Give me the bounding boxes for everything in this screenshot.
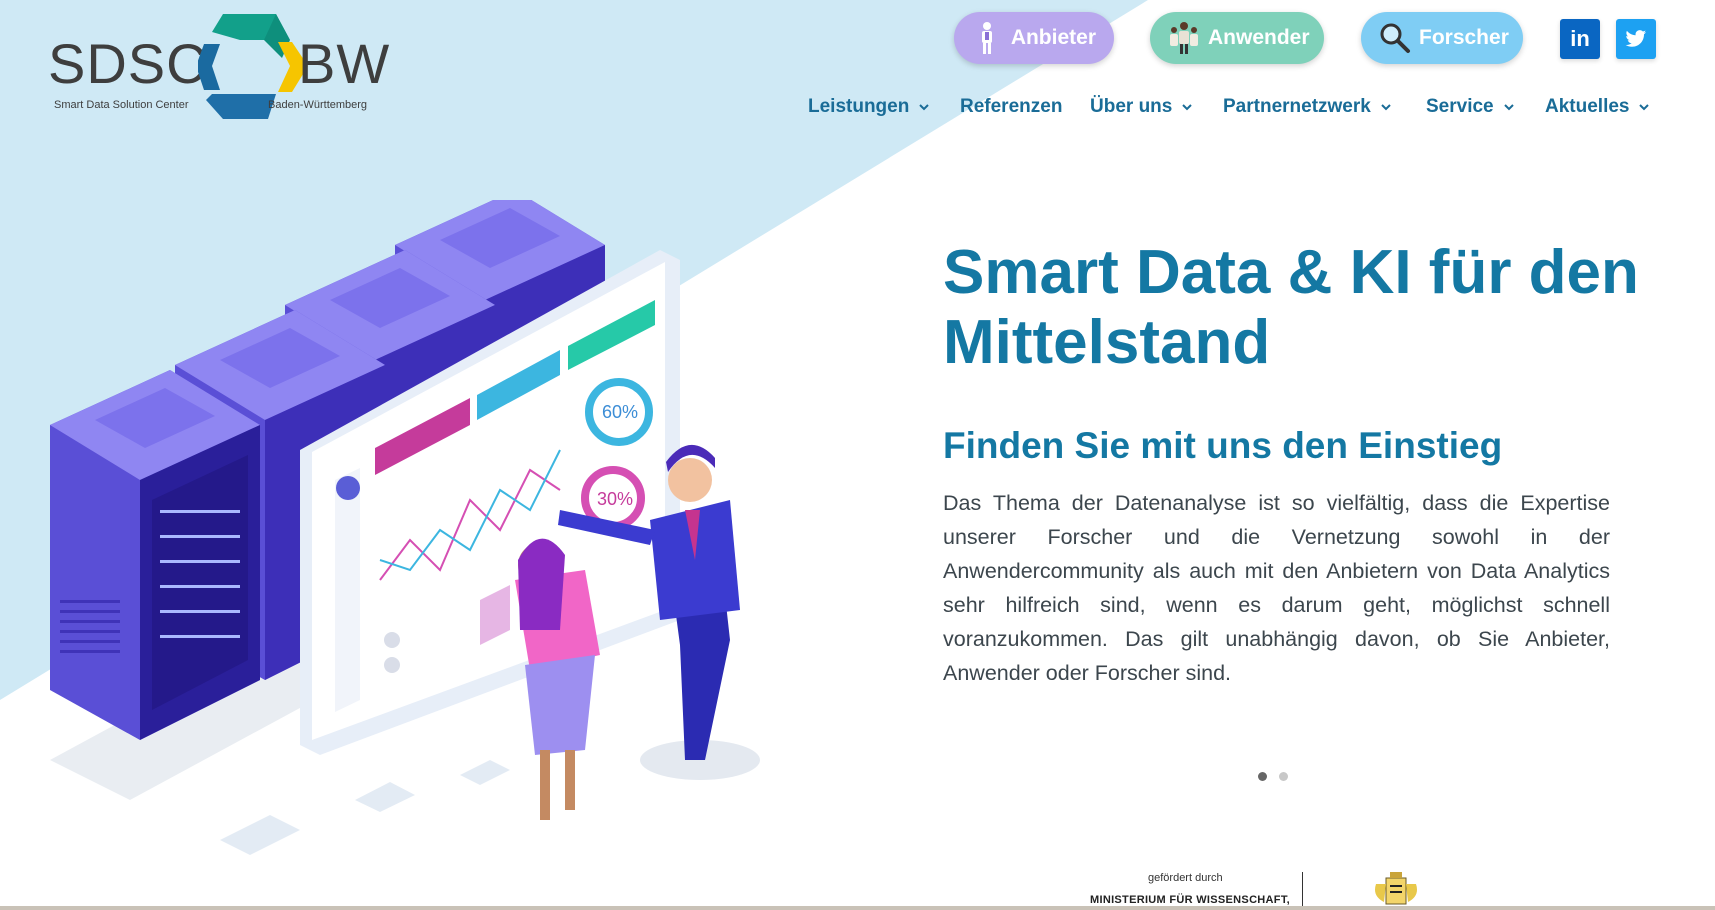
anwender-label: Anwender (1208, 26, 1310, 49)
page-bottom-border (0, 906, 1715, 910)
logo-subtitle-left: Smart Data Solution Center (54, 99, 189, 111)
chevron-down-icon (1503, 104, 1514, 111)
server-rack (50, 370, 260, 740)
gauge-60-label: 60% (602, 402, 638, 422)
chevron-down-icon (1182, 104, 1193, 111)
hero-subtitle: Finden Sie mit uns den Einstieg (943, 425, 1503, 466)
slider-dot-2[interactable] (1279, 772, 1288, 781)
nav-service-label: Service (1426, 96, 1494, 117)
nav-referenzen-label: Referenzen (960, 96, 1063, 117)
chevron-down-icon (919, 104, 930, 111)
nav-service[interactable]: Service (1426, 96, 1514, 118)
twitter-button[interactable] (1616, 19, 1656, 59)
hero-title: Smart Data & KI für den Mittelstand (943, 238, 1643, 378)
linkedin-icon: in (1570, 26, 1590, 51)
slider-dot-1[interactable] (1258, 772, 1267, 781)
coat-of-arms-icon (1375, 872, 1417, 905)
nav-leistungen[interactable]: Leistungen (808, 96, 930, 118)
nav-ueber-uns[interactable]: Über uns (1090, 96, 1193, 118)
linkedin-button[interactable]: in (1560, 19, 1600, 59)
nav-partnernetzwerk-label: Partnernetzwerk (1223, 96, 1371, 117)
logo-sdsc-text: SDSC (48, 32, 208, 95)
hero-title-line2: Mittelstand (943, 308, 1271, 377)
twitter-icon (1625, 30, 1647, 47)
nav-leistungen-label: Leistungen (808, 96, 910, 117)
chevron-down-icon (1639, 104, 1650, 111)
nav-referenzen[interactable]: Referenzen (960, 96, 1062, 118)
nav-aktuelles[interactable]: Aktuelles (1545, 96, 1650, 118)
chevron-down-icon (1381, 104, 1391, 111)
anwender-button[interactable]: Anwender (1150, 12, 1324, 64)
logo-subtitle-right: Baden-Württemberg (268, 99, 368, 111)
magnifier-icon (1379, 21, 1411, 55)
gauge-30-label: 30% (597, 489, 633, 509)
forscher-label: Forscher (1419, 26, 1509, 49)
hero-body-text: Das Thema der Datenanalyse ist so vielfä… (943, 491, 1610, 685)
hero-illustration: 60% 30% (50, 200, 760, 855)
provider-person-icon (972, 21, 1003, 55)
forscher-button[interactable]: Forscher (1361, 12, 1523, 64)
funding-divider (1302, 872, 1303, 908)
funding-ministry-text: MINISTERIUM FÜR WISSENSCHAFT, (1090, 894, 1290, 906)
anbieter-label: Anbieter (1010, 26, 1096, 49)
slider-pagination (1258, 772, 1288, 781)
anbieter-button[interactable]: Anbieter (954, 12, 1114, 64)
nav-aktuelles-label: Aktuelles (1545, 96, 1630, 117)
nav-partnernetzwerk[interactable]: Partnernetzwerk (1223, 96, 1391, 118)
logo-bw-text: BW (298, 32, 391, 95)
site-logo[interactable]: SDSC BW Smart Data Solution Center Baden… (48, 14, 393, 119)
funding-notice: gefördert durch MINISTERIUM FÜR WISSENSC… (1080, 870, 1480, 910)
hero-title-line1: Smart Data & KI für den (943, 238, 1639, 307)
nav-ueber-uns-label: Über uns (1090, 96, 1173, 117)
users-group-icon (1168, 21, 1200, 55)
funding-top-text: gefördert durch (1148, 872, 1223, 884)
